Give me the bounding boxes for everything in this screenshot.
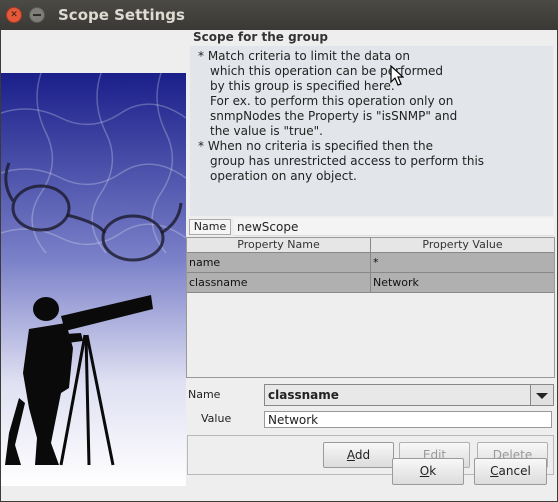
info-line: For ex. to perform this operation only o… xyxy=(210,94,454,108)
info-line: which this operation can be performed xyxy=(210,64,444,78)
info-line: group has unrestricted access to perform… xyxy=(210,154,485,168)
scope-name-row: Name newScope xyxy=(189,218,554,236)
window-title: Scope Settings xyxy=(58,6,185,24)
info-line: * Match criteria to limit the data on xyxy=(198,49,411,63)
window-close-button[interactable] xyxy=(6,7,22,23)
property-name-selected: classname xyxy=(268,388,339,402)
dialog-content: Scope for the group * Match criteria to … xyxy=(1,30,557,501)
property-name-dropdown[interactable]: classname xyxy=(264,384,554,406)
cancel-button[interactable]: Cancel xyxy=(474,458,547,485)
table-row-value-cell[interactable]: * xyxy=(371,253,554,273)
window-minimize-button[interactable] xyxy=(29,7,45,23)
scope-name-value[interactable]: newScope xyxy=(234,218,554,236)
property-value-input[interactable] xyxy=(264,411,552,428)
scope-name-label: Name xyxy=(189,219,231,235)
property-value-label: Value xyxy=(201,412,232,425)
add-button[interactable]: Add xyxy=(323,442,394,468)
info-line: operation on any object. xyxy=(210,169,357,183)
scope-info-box: * Match criteria to limit the data on wh… xyxy=(190,46,553,216)
info-line: snmpNodes the Property is "isSNMP" and xyxy=(210,109,458,123)
column-header-property-value[interactable]: Property Value xyxy=(371,238,554,253)
property-name-label: Name xyxy=(188,388,221,401)
column-header-property-name[interactable]: Property Name xyxy=(187,238,371,253)
scope-group-title: Scope for the group xyxy=(193,30,328,44)
info-line: the value is "true". xyxy=(210,124,323,138)
table-row-name-cell[interactable]: name xyxy=(187,253,371,273)
mouse-cursor-icon xyxy=(390,65,404,86)
info-line: by this group is specified here. xyxy=(210,79,395,93)
chevron-down-icon[interactable] xyxy=(530,385,553,405)
title-bar[interactable]: Scope Settings xyxy=(0,0,558,30)
telescope-illustration xyxy=(1,73,186,486)
table-row-name-cell[interactable]: classname xyxy=(187,273,371,293)
ok-button[interactable]: Ok xyxy=(392,458,464,485)
property-table: Property Name Property Value name * clas… xyxy=(186,237,555,378)
scope-settings-window: Scope Settings xyxy=(0,0,558,502)
table-row-value-cell[interactable]: Network xyxy=(371,273,554,293)
info-line: * When no criteria is specified then the xyxy=(198,139,434,153)
property-editor: Name classname Value xyxy=(186,380,555,430)
